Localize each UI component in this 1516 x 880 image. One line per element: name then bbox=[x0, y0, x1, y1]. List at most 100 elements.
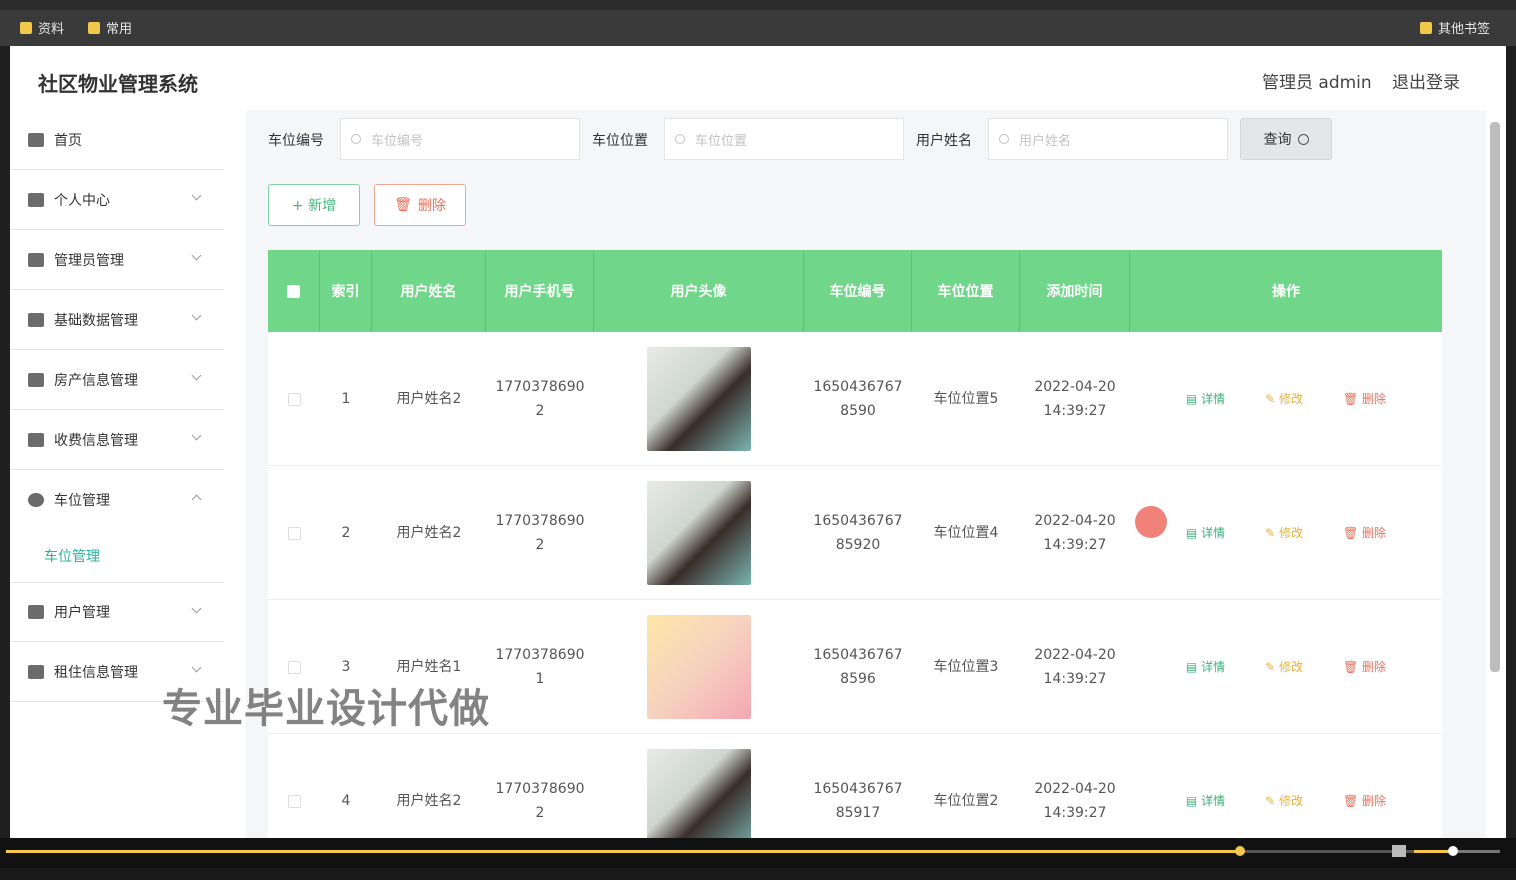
page-scrollbar[interactable] bbox=[1490, 122, 1500, 672]
user-avatar-image bbox=[647, 615, 751, 719]
time-text: 14:39:27 bbox=[1043, 805, 1107, 821]
table-header: 索引 用户姓名 用户手机号 用户头像 车位编号 车位位置 添加时间 操作 bbox=[268, 250, 1442, 332]
detail-label: 详情 bbox=[1201, 392, 1226, 406]
detail-button[interactable]: ▤ 详情 bbox=[1186, 789, 1225, 813]
code-line-2: 85917 bbox=[835, 805, 881, 821]
row-checkbox[interactable] bbox=[268, 332, 320, 466]
time-text: 14:39:27 bbox=[1043, 537, 1107, 553]
progress-track[interactable] bbox=[6, 846, 1500, 856]
cell-time: 2022-04-20 14:39:27 bbox=[1020, 332, 1130, 466]
edit-label: 修改 bbox=[1278, 526, 1303, 540]
cell-phone: 1770378690 2 bbox=[486, 332, 594, 466]
row-checkbox[interactable] bbox=[268, 466, 320, 600]
cell-ops: ▤ 详情 ✎ 修改 🗑 删除 bbox=[1130, 600, 1442, 734]
header-time[interactable]: 添加时间 bbox=[1020, 250, 1130, 332]
folder-icon bbox=[88, 21, 100, 34]
user-avatar-image bbox=[647, 481, 751, 585]
row-delete-button[interactable]: 🗑 删除 bbox=[1343, 655, 1386, 679]
code-line-2: 8590 bbox=[840, 403, 876, 419]
space-no-input[interactable]: 车位编号 bbox=[340, 118, 580, 160]
user-avatar-image bbox=[647, 347, 751, 451]
sidebar-item-admins[interactable]: 管理员管理 bbox=[10, 230, 224, 290]
edit-button[interactable]: ✎ 修改 bbox=[1265, 789, 1303, 813]
detail-button[interactable]: ▤ 详情 bbox=[1186, 387, 1225, 411]
trash-icon: 🗑 bbox=[1342, 794, 1363, 808]
select-all-checkbox[interactable] bbox=[268, 250, 320, 332]
header-space-no[interactable]: 车位编号 bbox=[804, 250, 912, 332]
edit-button[interactable]: ✎ 修改 bbox=[1265, 655, 1303, 679]
folder-icon bbox=[20, 21, 32, 34]
sidebar-item-personal[interactable]: 个人中心 bbox=[10, 170, 224, 230]
sidebar-item-users[interactable]: 用户管理 bbox=[10, 582, 224, 642]
volume-track[interactable] bbox=[1414, 846, 1500, 856]
cell-space-loc: 车位位置2 bbox=[933, 793, 999, 809]
document-icon: ▤ bbox=[1185, 526, 1202, 540]
cell-avatar bbox=[594, 734, 804, 838]
bookmark-other[interactable]: 其他书签 bbox=[1420, 18, 1490, 37]
search-icon bbox=[1297, 133, 1309, 145]
document-icon: ▤ bbox=[1185, 794, 1202, 808]
filter-label-user-name: 用户姓名 bbox=[916, 133, 972, 149]
video-player-bar bbox=[0, 838, 1516, 880]
cell-ops: ▤ 详情 ✎ 修改 🗑 删除 bbox=[1130, 734, 1442, 838]
user-name-input[interactable]: 用户姓名 bbox=[988, 118, 1228, 160]
player-tab-strip bbox=[0, 868, 1516, 880]
chevron-up-icon bbox=[191, 494, 202, 505]
detail-button[interactable]: ▤ 详情 bbox=[1186, 521, 1225, 545]
clock-icon bbox=[28, 493, 44, 507]
document-icon: ▤ bbox=[1185, 392, 1202, 406]
admin-icon bbox=[28, 252, 44, 267]
phone-line-2: 2 bbox=[535, 537, 545, 553]
delete-label: 删除 bbox=[1362, 660, 1387, 674]
header-avatar[interactable]: 用户头像 bbox=[594, 250, 804, 332]
table-row: 2 用户姓名2 1770378690 2 1650436767 85920 车位位置4 202… bbox=[268, 466, 1442, 600]
cell-index: 2 bbox=[341, 525, 351, 541]
cell-space-no: 1650436767 85917 bbox=[804, 734, 912, 838]
cell-phone: 1770378690 1 bbox=[486, 600, 594, 734]
sidebar-item-property[interactable]: 房产信息管理 bbox=[10, 350, 224, 410]
user-icon bbox=[28, 192, 44, 207]
watermark-text: 专业毕业设计代做 bbox=[162, 686, 490, 732]
chevron-down-icon bbox=[191, 430, 202, 441]
space-loc-input[interactable]: 车位位置 bbox=[664, 118, 904, 160]
time-text: 14:39:27 bbox=[1043, 671, 1107, 687]
header-space-loc[interactable]: 车位位置 bbox=[912, 250, 1020, 332]
cell-time: 2022-04-20 14:39:27 bbox=[1020, 734, 1130, 838]
code-line-1: 1650436767 bbox=[813, 513, 903, 529]
cell-avatar bbox=[594, 332, 804, 466]
row-delete-button[interactable]: 🗑 删除 bbox=[1343, 387, 1386, 411]
detail-button[interactable]: ▤ 详情 bbox=[1186, 655, 1225, 679]
sidebar-item-home[interactable]: 首页 bbox=[10, 110, 224, 170]
sidebar-item-fees[interactable]: 收费信息管理 bbox=[10, 410, 224, 470]
grid-icon bbox=[28, 372, 44, 387]
delete-button[interactable]: 🗑 删除 bbox=[374, 184, 466, 226]
phone-line-2: 1 bbox=[535, 671, 545, 687]
system-title: 社区物业管理系统 bbox=[38, 72, 198, 96]
header-phone[interactable]: 用户手机号 bbox=[486, 250, 594, 332]
edit-label: 修改 bbox=[1278, 392, 1303, 406]
header-user-name[interactable]: 用户姓名 bbox=[372, 250, 486, 332]
row-delete-button[interactable]: 🗑 删除 bbox=[1343, 789, 1386, 813]
sidebar-item-basic-data[interactable]: 基础数据管理 bbox=[10, 290, 224, 350]
chevron-down-icon bbox=[191, 190, 202, 201]
edit-button[interactable]: ✎ 修改 bbox=[1265, 521, 1303, 545]
progress-knob[interactable] bbox=[1235, 846, 1246, 856]
cell-space-loc: 车位位置3 bbox=[933, 659, 999, 675]
logout-link[interactable]: 退出登录 bbox=[1392, 68, 1460, 93]
search-icon bbox=[675, 134, 685, 144]
volume-icon[interactable] bbox=[1392, 845, 1406, 857]
sidebar-subitem-parking[interactable]: 车位管理 bbox=[44, 546, 100, 566]
admin-label: 管理员 admin bbox=[1262, 73, 1372, 93]
row-checkbox[interactable] bbox=[268, 734, 320, 838]
volume-knob[interactable] bbox=[1447, 846, 1458, 856]
bookmarks-bar: 资料 常用 其他书签 bbox=[0, 10, 1516, 46]
phone-line-2: 2 bbox=[535, 805, 545, 821]
row-delete-button[interactable]: 🗑 删除 bbox=[1343, 521, 1386, 545]
bookmark-changyong[interactable]: 常用 bbox=[88, 18, 132, 37]
sidebar-item-parking[interactable]: 车位管理 bbox=[10, 470, 224, 530]
edit-button[interactable]: ✎ 修改 bbox=[1265, 387, 1303, 411]
query-button[interactable]: 查询 bbox=[1240, 118, 1332, 160]
cell-index: 1 bbox=[341, 391, 351, 407]
bookmark-ziliao[interactable]: 资料 bbox=[20, 18, 64, 37]
add-button[interactable]: + 新增 bbox=[268, 184, 360, 226]
